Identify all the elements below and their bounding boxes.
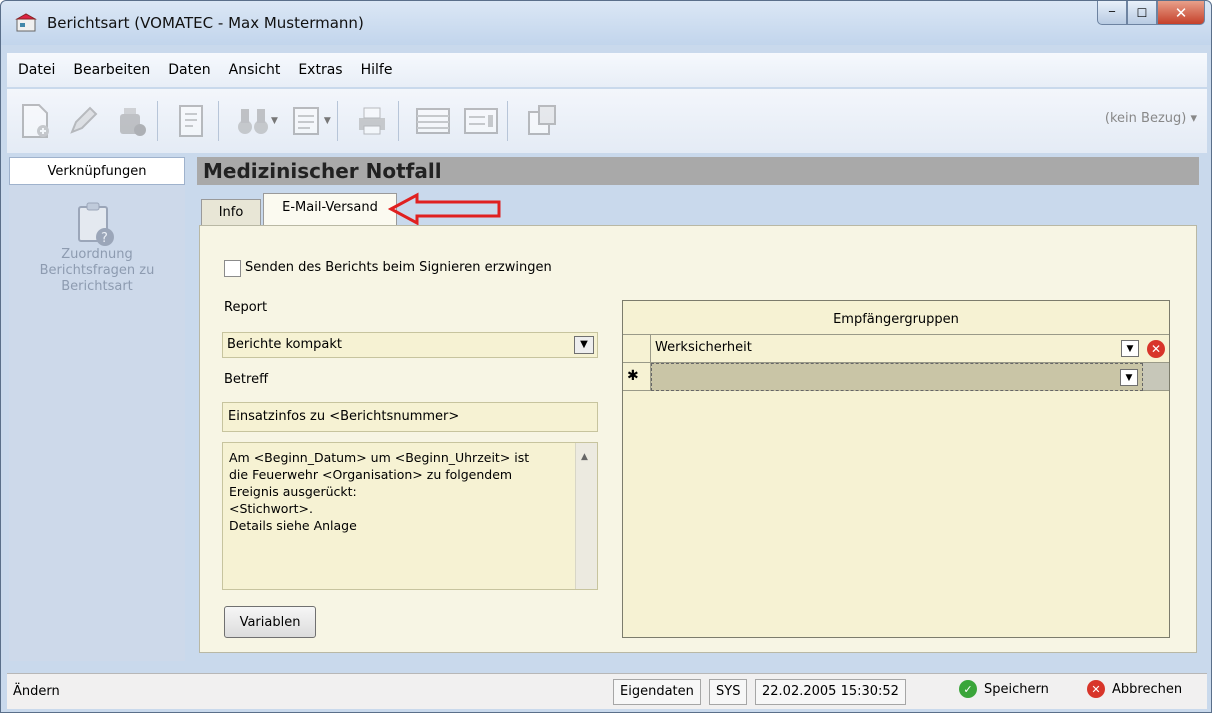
menu-hilfe[interactable]: Hilfe (354, 62, 400, 78)
eigendaten-status: Eigendaten (613, 679, 701, 705)
zuordnung-link[interactable]: Zuordnung Berichtsfragen zu Berichtsart (9, 247, 185, 295)
menu-datei[interactable]: Datei (11, 62, 62, 78)
close-icon: ✕ (1174, 3, 1188, 22)
menu-bearbeiten[interactable]: Bearbeiten (66, 62, 157, 78)
new-icon[interactable] (15, 101, 55, 141)
email-body-line: Am <Beginn_Datum> um <Beginn_Uhrzeit> is… (229, 450, 530, 465)
bezug-dropdown[interactable]: (kein Bezug) ▾ (1105, 111, 1197, 126)
new-empfaengergruppe-cell[interactable]: ▼ (651, 363, 1143, 391)
betreff-input[interactable]: Einsatzinfos zu <Berichtsnummer> (222, 402, 598, 432)
print-icon[interactable] (352, 101, 392, 141)
filter-icon[interactable] (286, 101, 326, 141)
report-select[interactable]: Berichte kompakt ▼ (222, 332, 598, 358)
chevron-down-icon[interactable]: ▼ (574, 336, 594, 354)
menu-daten[interactable]: Daten (161, 62, 217, 78)
variablen-button[interactable]: Variablen (224, 606, 316, 638)
mode-status: Ändern (13, 684, 60, 699)
title-bar[interactable]: Berichtsart (VOMATEC - Max Mustermann) ─… (1, 1, 1211, 45)
delete-icon[interactable] (111, 101, 151, 141)
cancel-button[interactable]: ✕ Abbrechen (1087, 680, 1182, 698)
minimize-button[interactable]: ─ (1097, 1, 1127, 25)
scroll-up-icon[interactable]: ▲ (581, 449, 588, 466)
toolbar-separator (397, 101, 399, 141)
table-row[interactable]: Werksicherheit ▼ ✕ (623, 335, 1169, 363)
email-body-line: Details siehe Anlage (229, 518, 357, 533)
verknuepfungen-header[interactable]: Verknüpfungen (9, 157, 185, 185)
status-bar: Ändern Eigendaten SYS 22.02.2005 15:30:5… (7, 673, 1207, 709)
search-binoculars-icon[interactable] (233, 101, 273, 141)
maximize-icon: ☐ (1136, 5, 1148, 20)
arrow-left-icon (387, 192, 501, 226)
empfaengergruppe-cell[interactable]: Werksicherheit ▼ (651, 335, 1143, 363)
check-icon: ✓ (959, 680, 977, 698)
signieren-checkbox-label[interactable]: Senden des Berichts beim Signieren erzwi… (245, 260, 552, 275)
page-title: Medizinischer Notfall (197, 157, 1199, 185)
row-selector[interactable] (623, 335, 651, 363)
window-controls: ─ ☐ ✕ (1097, 1, 1205, 25)
toolbar-separator (336, 101, 338, 141)
cancel-label: Abbrechen (1112, 681, 1183, 697)
empfaengergruppen-grid: Empfängergruppen Werksicherheit ▼ ✕ ✱ ▼ (622, 300, 1170, 638)
email-body-line: die Feuerwehr <Organisation> zu folgende… (229, 467, 513, 482)
application-window: Berichtsart (VOMATEC - Max Mustermann) ─… (0, 0, 1212, 713)
chevron-down-icon[interactable]: ▼ (1120, 369, 1138, 386)
timestamp-status: 22.02.2005 15:30:52 (755, 679, 906, 705)
toolbar: ▼ ▼ (kein Bezug) ▾ (7, 89, 1207, 153)
minimize-icon: ─ (1108, 7, 1116, 18)
menu-bar: Datei Bearbeiten Daten Ansicht Extras Hi… (7, 53, 1207, 87)
toolbar-separator (506, 101, 508, 141)
email-body-line: <Stichwort>. (229, 501, 313, 516)
tab-info[interactable]: Info (201, 199, 261, 225)
grid-column-header: Empfängergruppen (623, 301, 1169, 335)
maximize-button[interactable]: ☐ (1127, 1, 1157, 25)
list-view-icon[interactable] (413, 101, 453, 141)
toolbar-separator (157, 101, 158, 141)
email-body-textarea[interactable]: Am <Beginn_Datum> um <Beginn_Uhrzeit> is… (222, 442, 598, 590)
report-select-value: Berichte kompakt (227, 337, 343, 352)
new-row-end (1143, 363, 1169, 391)
toolbar-separator (218, 101, 219, 141)
signieren-checkbox[interactable] (224, 260, 241, 277)
app-icon (15, 13, 37, 32)
report-icon[interactable] (522, 101, 562, 141)
close-button[interactable]: ✕ (1157, 1, 1205, 25)
window-title: Berichtsart (VOMATEC - Max Mustermann) (47, 14, 364, 32)
report-label: Report (224, 300, 268, 315)
delete-row-button[interactable]: ✕ (1143, 335, 1169, 363)
cancel-icon: ✕ (1087, 680, 1105, 698)
new-row-icon: ✱ (623, 363, 651, 391)
text-format-icon[interactable] (172, 101, 212, 141)
tab-email-versand[interactable]: E-Mail-Versand (263, 193, 397, 225)
menu-extras[interactable]: Extras (291, 62, 349, 78)
email-body-line: Ereignis ausgerückt: (229, 484, 357, 499)
empfaengergruppe-value: Werksicherheit (655, 340, 752, 355)
links-panel: Verknüpfungen ? Zuordnung Berichtsfragen… (9, 157, 185, 661)
edit-icon[interactable] (63, 101, 103, 141)
user-status: SYS (709, 679, 748, 705)
save-label: Speichern (984, 681, 1049, 697)
betreff-label: Betreff (224, 372, 269, 387)
delete-icon: ✕ (1147, 339, 1165, 358)
svg-text:?: ? (101, 231, 108, 246)
email-versand-panel: Senden des Berichts beim Signieren erzwi… (199, 225, 1197, 653)
chevron-down-icon[interactable]: ▼ (1121, 340, 1139, 357)
menu-ansicht[interactable]: Ansicht (222, 62, 288, 78)
save-button[interactable]: ✓ Speichern (959, 680, 1049, 698)
table-row-new[interactable]: ✱ ▼ (623, 363, 1169, 391)
textarea-scrollbar[interactable]: ▲ (575, 443, 597, 589)
form-view-icon[interactable] (461, 101, 501, 141)
clipboard-question-icon[interactable]: ? (71, 199, 119, 249)
